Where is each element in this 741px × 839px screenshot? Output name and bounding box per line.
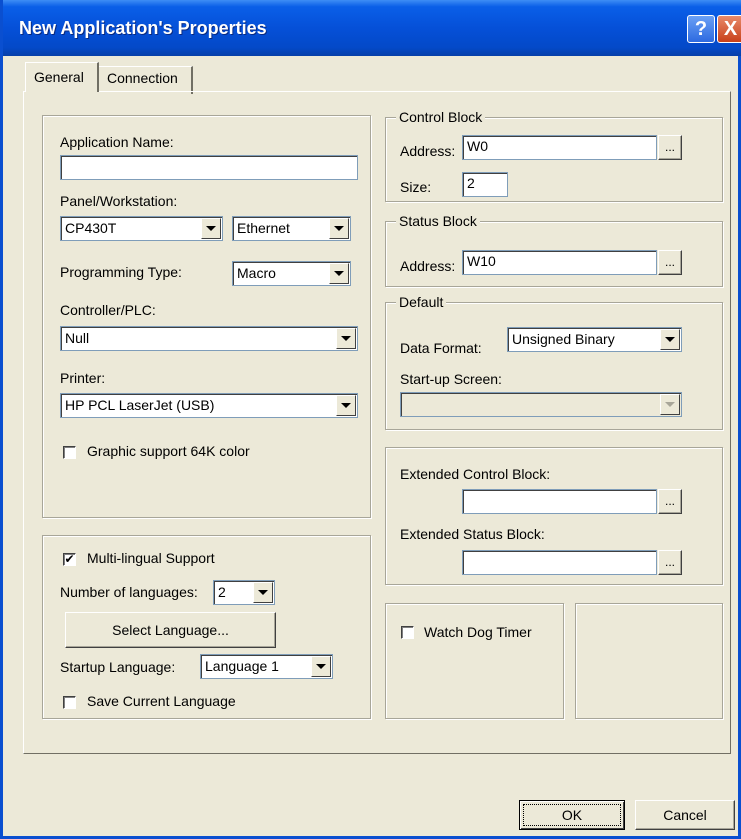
chevron-down-icon[interactable] [201, 218, 221, 239]
help-button[interactable]: ? [687, 15, 715, 43]
extended-status-browse-button[interactable]: ... [658, 550, 682, 575]
close-icon: X [723, 17, 738, 40]
number-of-languages-select[interactable]: 2 [213, 580, 275, 605]
panel-workstation-label: Panel/Workstation: [60, 193, 178, 209]
tab-connection[interactable]: Connection [99, 66, 193, 94]
controller-plc-label: Controller/PLC: [60, 302, 156, 318]
panel-connection-value: Ethernet [237, 220, 290, 236]
number-of-languages-label: Number of languages: [60, 584, 198, 600]
printer-label: Printer: [60, 370, 106, 386]
multilingual-label: Multi-lingual Support [87, 550, 215, 566]
programming-type-select[interactable]: Macro [232, 261, 351, 286]
extended-control-browse-button[interactable]: ... [658, 489, 682, 514]
empty-group [575, 603, 723, 719]
window-title: New Application's Properties [19, 18, 267, 38]
chevron-down-icon[interactable] [329, 218, 349, 239]
panel-workstation-select[interactable]: CP430T [60, 216, 223, 241]
status-block-title: Status Block [396, 213, 480, 229]
startup-language-select[interactable]: Language 1 [200, 654, 333, 679]
graphic-support-label: Graphic support 64K color [87, 443, 250, 459]
programming-type-label: Programming Type: [60, 264, 182, 280]
tab-connection-label: Connection [107, 70, 178, 86]
chevron-down-icon[interactable] [660, 329, 680, 350]
number-of-languages-value: 2 [218, 584, 226, 600]
watchdog-group [385, 603, 564, 719]
panel-connection-select[interactable]: Ethernet [232, 216, 351, 241]
graphic-support-checkbox[interactable] [63, 446, 76, 459]
chevron-down-icon[interactable] [660, 394, 680, 415]
extended-status-label: Extended Status Block: [400, 526, 545, 542]
watchdog-label: Watch Dog Timer [424, 624, 532, 640]
status-address-browse-button[interactable]: ... [658, 250, 682, 275]
extended-control-input[interactable] [462, 489, 657, 514]
application-name-input[interactable] [60, 155, 358, 180]
cancel-label: Cancel [663, 807, 707, 823]
startup-language-label: Startup Language: [60, 659, 176, 675]
programming-type-value: Macro [237, 265, 276, 281]
extended-status-input[interactable] [462, 550, 657, 575]
chevron-down-icon[interactable] [253, 582, 273, 603]
application-name-label: Application Name: [60, 134, 174, 150]
select-language-label: Select Language... [112, 622, 229, 638]
chevron-down-icon[interactable] [311, 656, 331, 677]
extended-control-label: Extended Control Block: [400, 466, 551, 482]
tab-general[interactable]: General [25, 62, 99, 92]
printer-value: HP PCL LaserJet (USB) [65, 397, 215, 413]
control-address-label: Address: [400, 143, 456, 159]
cancel-button[interactable]: Cancel [635, 800, 735, 830]
control-block-title: Control Block [396, 109, 486, 125]
save-current-language-label: Save Current Language [87, 693, 236, 709]
printer-select[interactable]: HP PCL LaserJet (USB) [60, 393, 358, 418]
data-format-value: Unsigned Binary [512, 331, 615, 347]
watchdog-checkbox[interactable] [401, 626, 414, 639]
chevron-down-icon[interactable] [336, 328, 356, 349]
close-button[interactable]: X [717, 15, 741, 43]
startup-language-value: Language 1 [205, 658, 279, 674]
data-format-label: Data Format: [400, 340, 482, 356]
startup-screen-label: Start-up Screen: [400, 371, 502, 387]
default-title: Default [396, 294, 447, 310]
data-format-select[interactable]: Unsigned Binary [507, 327, 682, 352]
panel-workstation-value: CP430T [65, 220, 117, 236]
chevron-down-icon[interactable] [329, 263, 349, 284]
control-size-label: Size: [400, 179, 432, 195]
control-size-input[interactable]: 2 [462, 172, 508, 197]
title-bar[interactable]: New Application's Properties ? X [3, 0, 741, 56]
status-address-input[interactable]: W10 [462, 250, 657, 275]
properties-dialog: New Application's Properties ? X General… [0, 0, 741, 839]
chevron-down-icon[interactable] [336, 395, 356, 416]
status-address-label: Address: [400, 258, 456, 274]
controller-plc-value: Null [65, 330, 90, 346]
ok-button[interactable]: OK [519, 800, 625, 830]
save-current-language-checkbox[interactable] [63, 696, 76, 709]
tab-general-label: General [34, 69, 84, 85]
control-address-browse-button[interactable]: ... [658, 135, 682, 160]
select-language-button[interactable]: Select Language... [65, 612, 276, 648]
help-icon: ? [694, 17, 708, 40]
multilingual-checkbox[interactable]: ✔ [63, 553, 76, 566]
control-address-input[interactable]: W0 [462, 135, 657, 160]
startup-screen-select[interactable] [400, 392, 682, 417]
ok-label: OK [561, 807, 583, 823]
controller-plc-select[interactable]: Null [60, 326, 358, 351]
